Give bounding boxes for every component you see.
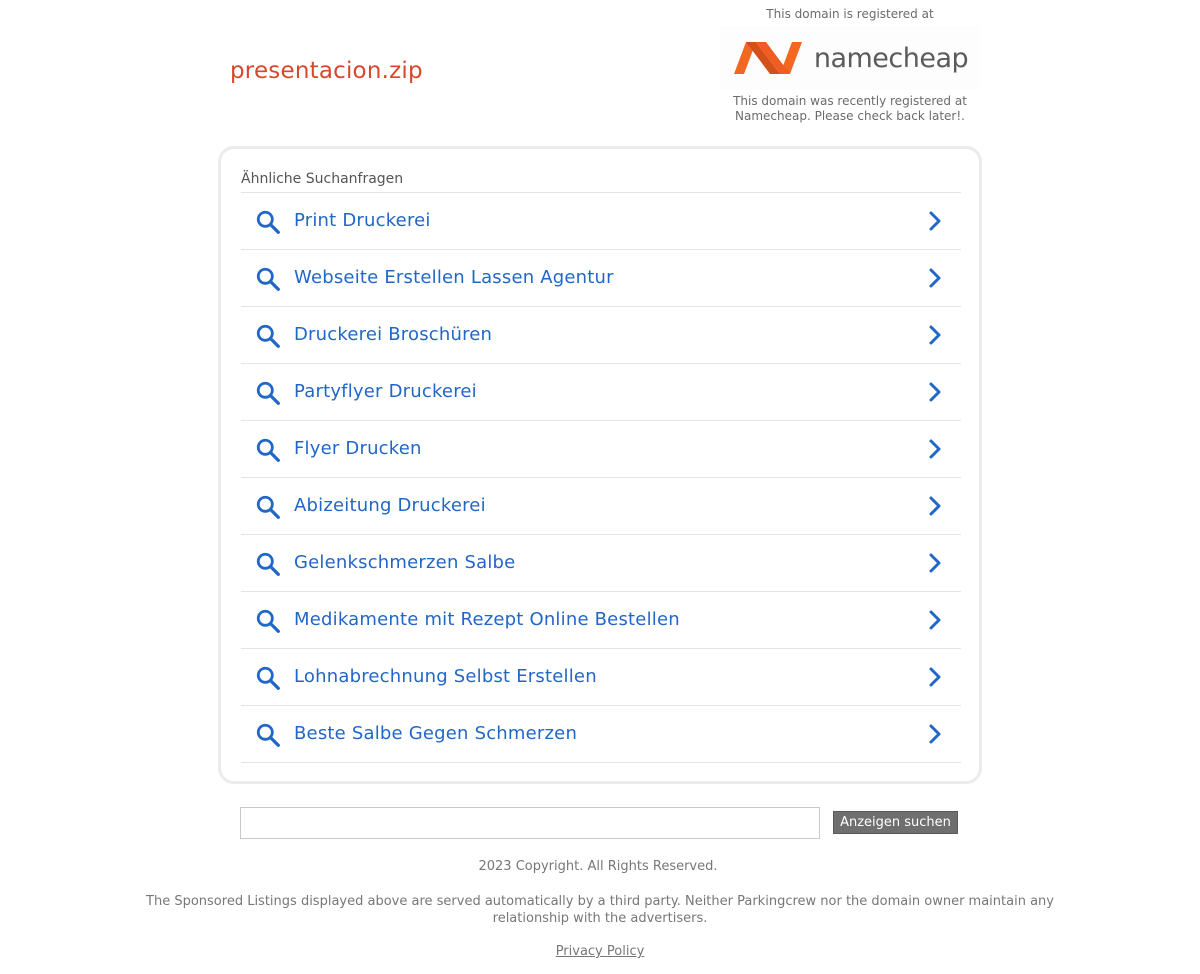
related-search-label[interactable]: Gelenkschmerzen Salbe	[294, 535, 515, 591]
search-icon	[256, 267, 280, 291]
related-search-item[interactable]: Webseite Erstellen Lassen Agentur	[241, 250, 961, 307]
search-icon	[256, 210, 280, 234]
search-icon	[256, 609, 280, 633]
privacy-footer: Privacy Policy	[0, 944, 1200, 959]
search-icon	[256, 495, 280, 519]
chevron-right-icon	[929, 211, 941, 231]
chevron-right-icon	[929, 496, 941, 516]
search-icon	[256, 381, 280, 405]
namecheap-wordmark: namecheap	[813, 42, 969, 74]
privacy-policy-link[interactable]: Privacy Policy	[556, 944, 645, 959]
related-search-label[interactable]: Flyer Drucken	[294, 421, 422, 477]
disclaimer-text: The Sponsored Listings displayed above a…	[146, 894, 1054, 926]
related-search-label[interactable]: Abizeitung Druckerei	[294, 478, 486, 534]
domain-title: presentacion.zip	[230, 58, 423, 84]
namecheap-logo-icon	[733, 42, 802, 74]
search-input[interactable]	[240, 807, 820, 839]
related-search-item[interactable]: Gelenkschmerzen Salbe	[241, 535, 961, 592]
related-search-item[interactable]: Print Druckerei	[241, 193, 961, 250]
chevron-right-icon	[929, 610, 941, 630]
related-search-label[interactable]: Webseite Erstellen Lassen Agentur	[294, 250, 614, 306]
search-icon	[256, 438, 280, 462]
related-search-label[interactable]: Partyflyer Druckerei	[294, 364, 477, 420]
registrar-box: This domain is registered at namecheap T…	[720, 6, 980, 124]
namecheap-logo[interactable]: namecheap	[720, 26, 980, 90]
related-search-item[interactable]: Lohnabrechnung Selbst Erstellen	[241, 649, 961, 706]
registrar-top-text: This domain is registered at	[766, 7, 934, 21]
related-search-item[interactable]: Druckerei Broschüren	[241, 307, 961, 364]
related-search-item[interactable]: Flyer Drucken	[241, 421, 961, 478]
search-icon	[256, 666, 280, 690]
related-search-label[interactable]: Lohnabrechnung Selbst Erstellen	[294, 649, 597, 705]
chevron-right-icon	[929, 667, 941, 687]
chevron-right-icon	[929, 439, 941, 459]
chevron-right-icon	[929, 724, 941, 744]
chevron-right-icon	[929, 268, 941, 288]
parked-domain-page: presentacion.zip This domain is register…	[0, 0, 1200, 974]
copyright-text: 2023 Copyright. All Rights Reserved.	[478, 859, 718, 874]
related-search-label[interactable]: Print Druckerei	[294, 193, 431, 249]
search-ads-button[interactable]: Anzeigen suchen	[833, 811, 958, 834]
related-search-label[interactable]: Beste Salbe Gegen Schmerzen	[294, 706, 577, 762]
related-search-item[interactable]: Partyflyer Druckerei	[241, 364, 961, 421]
search-icon	[256, 324, 280, 348]
related-search-item[interactable]: Beste Salbe Gegen Schmerzen	[241, 706, 961, 763]
related-searches-heading: Ähnliche Suchanfragen	[241, 171, 404, 187]
chevron-right-icon	[929, 382, 941, 402]
search-icon	[256, 552, 280, 576]
related-search-item[interactable]: Abizeitung Druckerei	[241, 478, 961, 535]
related-searches-panel: Ähnliche Suchanfragen Print Druckerei Web…	[218, 146, 982, 784]
related-search-label[interactable]: Druckerei Broschüren	[294, 307, 492, 363]
search-icon	[256, 723, 280, 747]
related-search-label[interactable]: Medikamente mit Rezept Online Bestellen	[294, 592, 680, 648]
related-searches-list: Print Druckerei Webseite Erstellen Lassen…	[241, 192, 961, 763]
related-search-item[interactable]: Medikamente mit Rezept Online Bestellen	[241, 592, 961, 649]
chevron-right-icon	[929, 553, 941, 573]
chevron-right-icon	[929, 325, 941, 345]
registrar-bottom-text: This domain was recently registered at N…	[733, 94, 967, 123]
